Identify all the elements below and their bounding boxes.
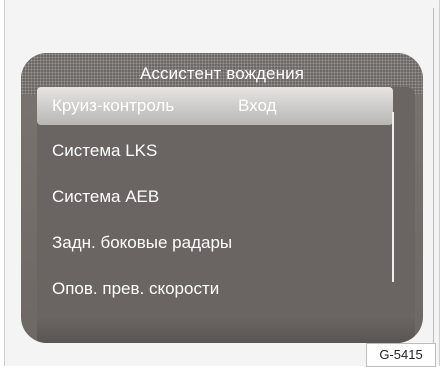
menu-item-label: Опов. прев. скорости	[52, 279, 220, 298]
menu-item-cruise-control[interactable]: Круиз-контроль Вход	[37, 87, 393, 125]
menu-item-value: Вход	[238, 96, 277, 115]
menu-item-aeb[interactable]: Система AEB	[37, 178, 393, 216]
menu-item-label: Круиз-контроль	[52, 96, 175, 115]
menu-item-label: Задн. боковые радары	[52, 233, 233, 252]
menu-panel: Круиз-контроль Вход Система LKS Система …	[37, 87, 415, 343]
menu-item-speed-warning[interactable]: Опов. прев. скорости	[37, 270, 393, 308]
scrollbar[interactable]	[392, 112, 394, 282]
menu-item-lks[interactable]: Система LKS	[37, 132, 393, 170]
display-screen: Ассистент вождения Круиз-контроль Вход С…	[21, 53, 423, 343]
menu-item-label: Система AEB	[52, 187, 160, 206]
frame-divider	[433, 8, 434, 358]
menu-item-label: Система LKS	[52, 141, 158, 160]
bottom-shade	[37, 317, 415, 343]
figure-code: G-5415	[366, 343, 436, 367]
menu-item-rear-side-radars[interactable]: Задн. боковые радары	[37, 224, 393, 262]
screen-title: Ассистент вождения	[139, 64, 305, 83]
